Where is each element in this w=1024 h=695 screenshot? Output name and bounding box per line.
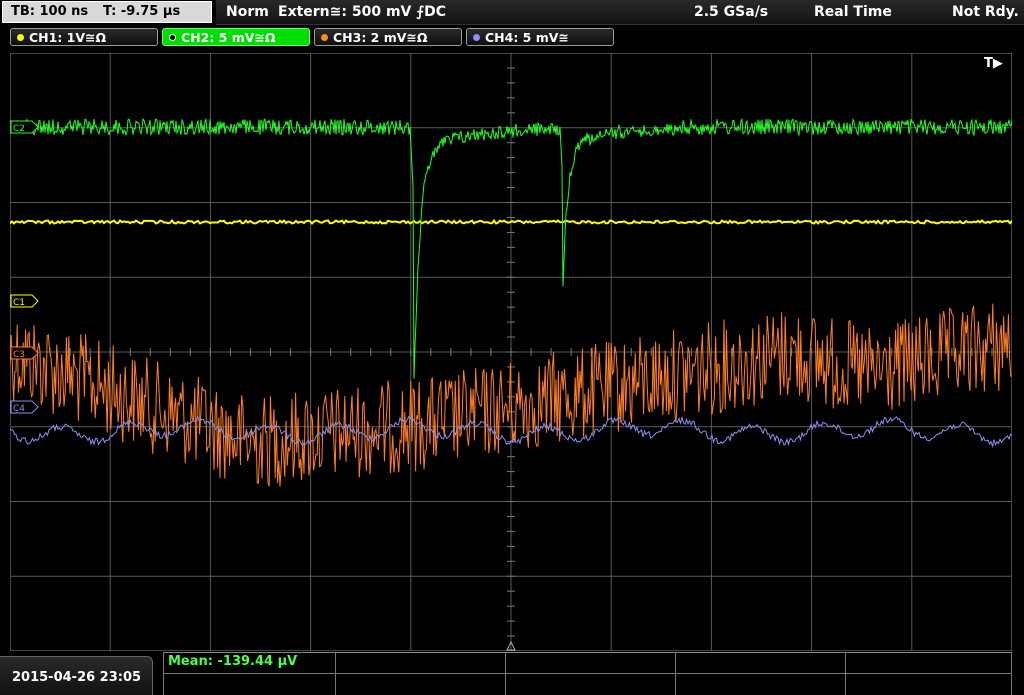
run-status: Not Rdy.	[952, 4, 1019, 20]
ch2-ground-marker-label: C2	[13, 124, 25, 134]
channel-1-button[interactable]: CH1: 1V≅Ω	[10, 28, 158, 46]
meas-row-divider	[163, 673, 1012, 674]
meas-divider	[505, 653, 506, 695]
measurement-mean: Mean: -139.44 µV	[168, 654, 298, 669]
trigger-status-bar[interactable]: Norm Extern≅: 500 mV ⨍DC 2.5 GSa/s Real …	[216, 0, 1024, 25]
trigger-source[interactable]: Extern≅: 500 mV ⨍DC	[278, 4, 446, 20]
trigger-marker: T▶	[984, 56, 1003, 71]
timebase-box[interactable]: TB: 100 ns T: -9.75 µs	[2, 1, 212, 23]
trigger-position: T: -9.75 µs	[103, 4, 181, 19]
topbar-divider	[216, 24, 1024, 25]
channel-4-dot-icon	[473, 34, 480, 41]
meas-divider	[845, 653, 846, 695]
meas-divider	[675, 653, 676, 695]
channel-bar: CH1: 1V≅Ω CH2: 5 mV≅Ω CH3: 2 mV≅Ω CH4: 5…	[0, 26, 1024, 48]
channel-2-button[interactable]: CH2: 5 mV≅Ω	[162, 28, 310, 46]
ch3-ground-marker-label: C3	[13, 350, 25, 360]
channel-1-dot-icon	[17, 34, 24, 41]
waveform-display[interactable]: C2 C1 C3 C4 T▶	[10, 53, 1012, 651]
channel-3-dot-icon	[321, 34, 328, 41]
ch4-ground-marker-label: C4	[13, 404, 25, 414]
channel-2-dot-icon	[169, 34, 176, 41]
waveform-svg[interactable]: C2 C1 C3 C4 T▶	[10, 53, 1012, 651]
channel-1-label: CH1: 1V≅Ω	[29, 30, 107, 45]
ch1-ground-marker-label: C1	[13, 298, 25, 308]
acquisition-mode: Real Time	[814, 4, 892, 20]
timestamp: 2015-04-26 23:05	[12, 670, 142, 685]
timebase-value: TB: 100 ns	[11, 4, 89, 19]
channel-3-button[interactable]: CH3: 2 mV≅Ω	[314, 28, 462, 46]
date-time-box: 2015-04-26 23:05	[0, 656, 153, 695]
channel-3-label: CH3: 2 mV≅Ω	[333, 30, 428, 45]
trigger-mode[interactable]: Norm	[226, 4, 269, 20]
channel-4-label: CH4: 5 mV≅	[485, 30, 569, 45]
sample-rate: 2.5 GSa/s	[694, 4, 769, 20]
meas-divider	[1011, 653, 1012, 695]
channel-4-button[interactable]: CH4: 5 mV≅	[466, 28, 614, 46]
meas-divider	[163, 653, 164, 695]
channel-2-label: CH2: 5 mV≅Ω	[181, 30, 276, 45]
meas-divider	[335, 653, 336, 695]
